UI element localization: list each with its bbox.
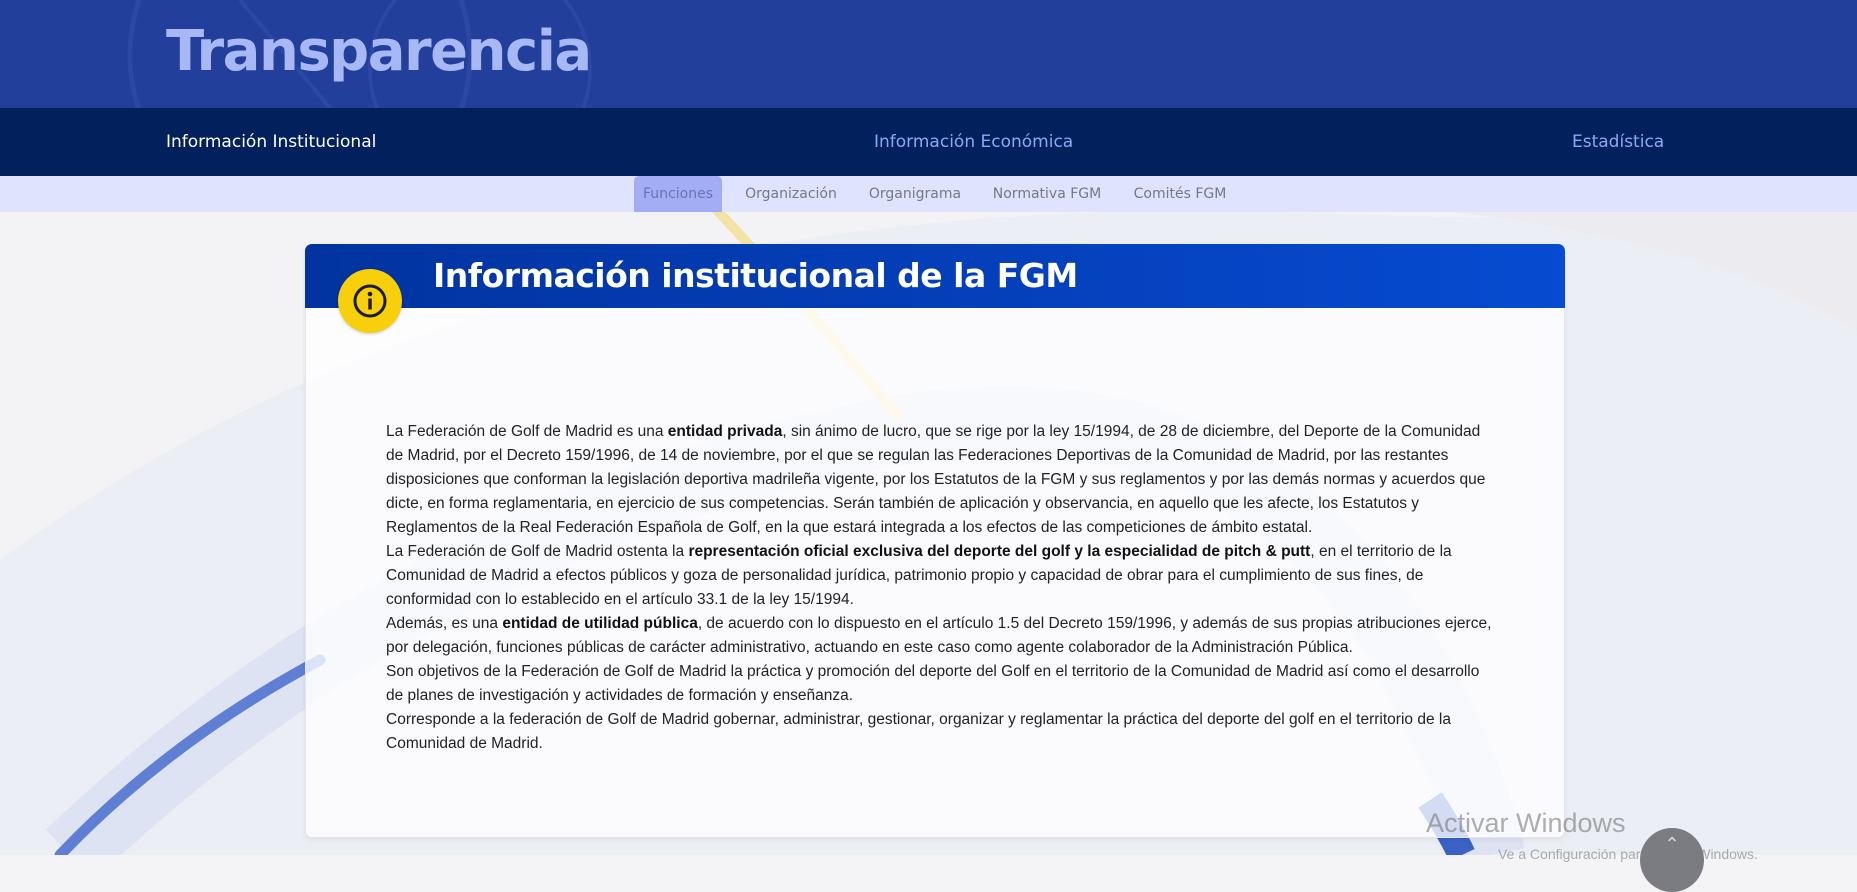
info-badge <box>338 269 402 333</box>
paragraph-4: Son objetivos de la Federación de Golf d… <box>386 660 1496 708</box>
windows-activation-subtext: Ve a Configuración para activar Windows. <box>1498 846 1758 862</box>
institutional-info-card: Información institucional de la FGM La F… <box>305 244 1565 838</box>
main-nav-informacion-economica[interactable]: Información Económica <box>874 108 1073 176</box>
paragraph-text: La Federación de Golf de Madrid ostenta … <box>386 543 689 560</box>
paragraph-text: Son objetivos de la Federación de Golf d… <box>386 663 1480 704</box>
main-nav-estadistica[interactable]: Estadística <box>1572 108 1664 176</box>
paragraph-text: La Federación de Golf de Madrid es una <box>386 423 668 440</box>
paragraph-1: La Federación de Golf de Madrid es una e… <box>386 420 1496 540</box>
tab-normativa-fgm[interactable]: Normativa FGM <box>986 176 1108 212</box>
windows-activation-watermark: Activar Windows <box>1426 808 1626 838</box>
tab-funciones[interactable]: Funciones <box>634 176 722 212</box>
tab-organigrama[interactable]: Organigrama <box>862 176 968 212</box>
main-nav: Información Institucional Información Ec… <box>0 108 1857 176</box>
site-title[interactable]: Transparencia <box>166 14 592 90</box>
paragraph-text: Corresponde a la federación de Golf de M… <box>386 711 1451 752</box>
site-header: Transparencia <box>0 0 1857 108</box>
tab-comites-fgm[interactable]: Comités FGM <box>1124 176 1236 212</box>
card-header: Información institucional de la FGM <box>305 244 1565 308</box>
card-body-text: La Federación de Golf de Madrid es una e… <box>386 420 1496 756</box>
paragraph-3: Además, es una entidad de utilidad públi… <box>386 612 1496 660</box>
main-nav-informacion-institucional[interactable]: Información Institucional <box>166 108 376 176</box>
info-icon <box>353 284 387 318</box>
sub-nav: Funciones Organización Organigrama Norma… <box>0 176 1857 212</box>
paragraph-bold: representación oficial exclusiva del dep… <box>688 543 1311 560</box>
paragraph-bold: entidad privada <box>667 423 783 440</box>
chevron-up-icon: ⌃ <box>1664 834 1680 855</box>
paragraph-2: La Federación de Golf de Madrid ostenta … <box>386 540 1496 612</box>
card-title: Información institucional de la FGM <box>433 256 1078 295</box>
tab-organizacion[interactable]: Organización <box>736 176 846 212</box>
paragraph-5: Corresponde a la federación de Golf de M… <box>386 708 1496 756</box>
paragraph-bold: entidad de utilidad pública <box>502 615 698 632</box>
paragraph-text: Además, es una <box>386 615 503 632</box>
scroll-to-top-button[interactable]: ⌃ <box>1640 828 1704 892</box>
